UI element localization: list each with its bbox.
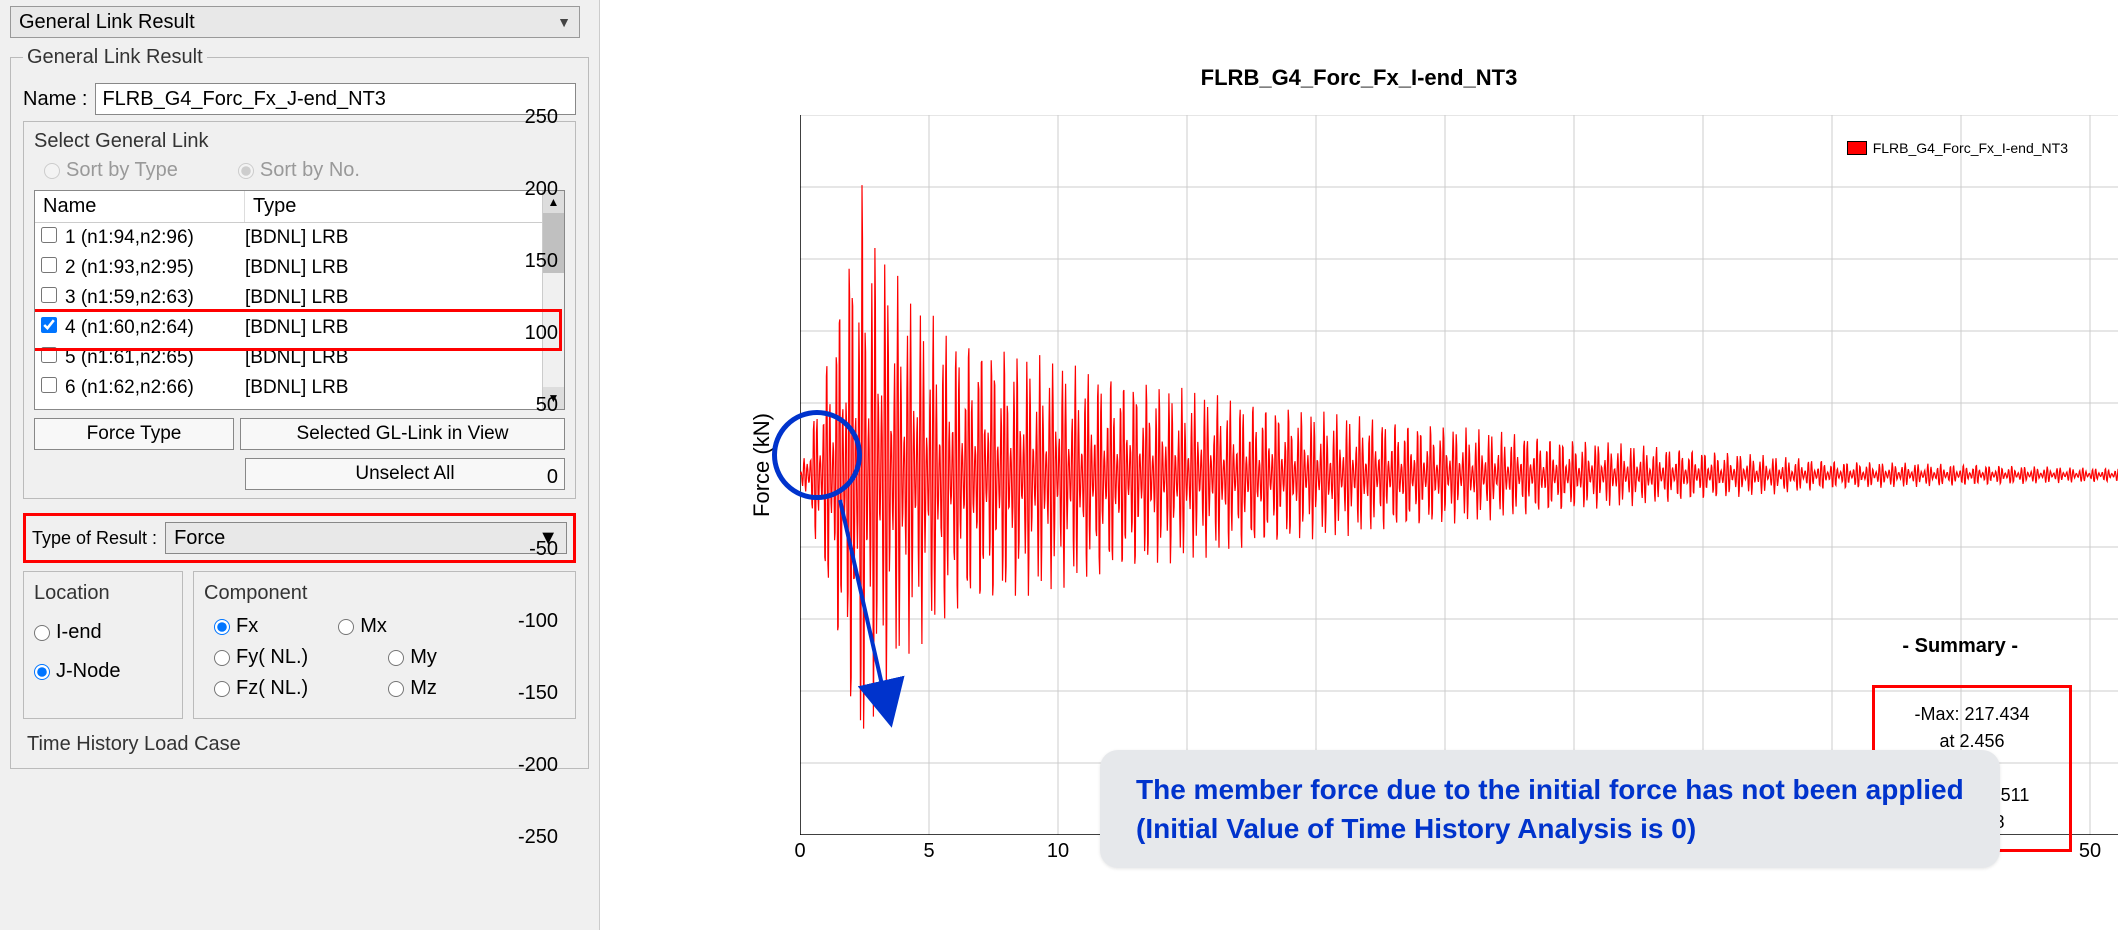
component-title: Component: [204, 582, 565, 605]
select-general-link-group: Select General Link Sort by Type Sort by…: [23, 121, 576, 499]
summary-max-at: at 2.456: [1887, 731, 2057, 752]
location-title: Location: [34, 582, 172, 605]
legend-color-swatch: [1847, 141, 1867, 155]
y-tick: 150: [498, 250, 558, 273]
location-iend-radio[interactable]: I-end: [34, 621, 172, 644]
component-mz-radio[interactable]: Mz: [388, 677, 437, 700]
result-type-combo[interactable]: General Link Result ▼: [10, 6, 580, 38]
location-group: Location I-end J-Node: [23, 571, 183, 719]
y-axis-label: Force (kN): [749, 413, 775, 517]
component-fy-radio[interactable]: Fy( NL.): [214, 646, 308, 669]
list-check[interactable]: [41, 377, 57, 393]
legend-label: FLRB_G4_Forc_Fx_I-end_NT3: [1873, 140, 2068, 156]
list-check[interactable]: [41, 257, 57, 273]
list-item[interactable]: 3 (n1:59,n2:63) [BDNL] LRB: [35, 283, 564, 313]
chart-legend: FLRB_G4_Forc_Fx_I-end_NT3: [1847, 140, 2068, 156]
y-tick: 0: [498, 466, 558, 489]
y-tick: -200: [498, 754, 558, 777]
component-my-radio[interactable]: My: [388, 646, 437, 669]
list-item[interactable]: 2 (n1:93,n2:95) [BDNL] LRB: [35, 253, 564, 283]
sort-by-no-radio: Sort by No.: [238, 159, 360, 182]
callout-line1: The member force due to the initial forc…: [1136, 770, 1964, 809]
list-item[interactable]: 1 (n1:94,n2:96) [BDNL] LRB: [35, 223, 564, 253]
group-title: General Link Result: [23, 46, 207, 69]
list-item[interactable]: 5 (n1:61,n2:65) [BDNL] LRB: [35, 343, 564, 373]
th-load-case-title: Time History Load Case: [23, 733, 576, 756]
y-tick: 100: [498, 322, 558, 345]
x-tick: 0: [780, 840, 820, 863]
list-check[interactable]: [41, 317, 57, 333]
sort-by-type-radio: Sort by Type: [44, 159, 178, 182]
x-tick: 5: [909, 840, 949, 863]
chart-title: FLRB_G4_Forc_Fx_I-end_NT3: [1201, 65, 1518, 91]
force-type-button[interactable]: Force Type: [34, 418, 234, 450]
annotation-circle: [772, 410, 862, 500]
result-type-combo-text: General Link Result: [19, 11, 195, 34]
select-link-title: Select General Link: [34, 130, 565, 153]
y-tick: -100: [498, 610, 558, 633]
component-fx-radio[interactable]: Fx: [214, 615, 258, 638]
y-tick: 200: [498, 178, 558, 201]
x-tick: 10: [1038, 840, 1078, 863]
list-item[interactable]: 6 (n1:62,n2:66) [BDNL] LRB: [35, 373, 564, 403]
annotation-callout: The member force due to the initial forc…: [1100, 750, 2000, 868]
y-tick: -50: [498, 538, 558, 561]
y-tick: 250: [498, 106, 558, 129]
location-jnode-radio[interactable]: J-Node: [34, 660, 172, 683]
y-tick: -250: [498, 826, 558, 849]
chart-area: FLRB_G4_Forc_Fx_I-end_NT3 Force (kN) 250…: [600, 0, 2118, 930]
list-item[interactable]: 4 (n1:60,n2:64) [BDNL] LRB: [35, 313, 564, 343]
summary-max: -Max: 217.434: [1887, 704, 2057, 725]
name-label: Name :: [23, 88, 87, 111]
component-mx-radio[interactable]: Mx: [338, 615, 387, 638]
link-listbox[interactable]: Name Type 1 (n1:94,n2:96) [BDNL] LRB 2 (…: [34, 190, 565, 410]
list-check[interactable]: [41, 287, 57, 303]
type-of-result-row: Type of Result : Force ▼: [23, 513, 576, 563]
list-scrollbar[interactable]: ▲ ▼: [542, 191, 564, 409]
x-tick: 50: [2070, 840, 2110, 863]
callout-line2: (Initial Value of Time History Analysis …: [1136, 809, 1964, 848]
y-tick: 50: [498, 394, 558, 417]
left-panel: General Link Result ▼ General Link Resul…: [0, 0, 600, 930]
list-header-name: Name: [35, 191, 245, 222]
type-result-label: Type of Result :: [32, 528, 157, 549]
y-tick: -150: [498, 682, 558, 705]
summary-title: - Summary -: [1902, 635, 2018, 658]
component-fz-radio[interactable]: Fz( NL.): [214, 677, 308, 700]
list-check[interactable]: [41, 347, 57, 363]
chevron-down-icon: ▼: [557, 14, 571, 30]
selected-gl-link-button[interactable]: Selected GL-Link in View: [240, 418, 565, 450]
list-check[interactable]: [41, 227, 57, 243]
